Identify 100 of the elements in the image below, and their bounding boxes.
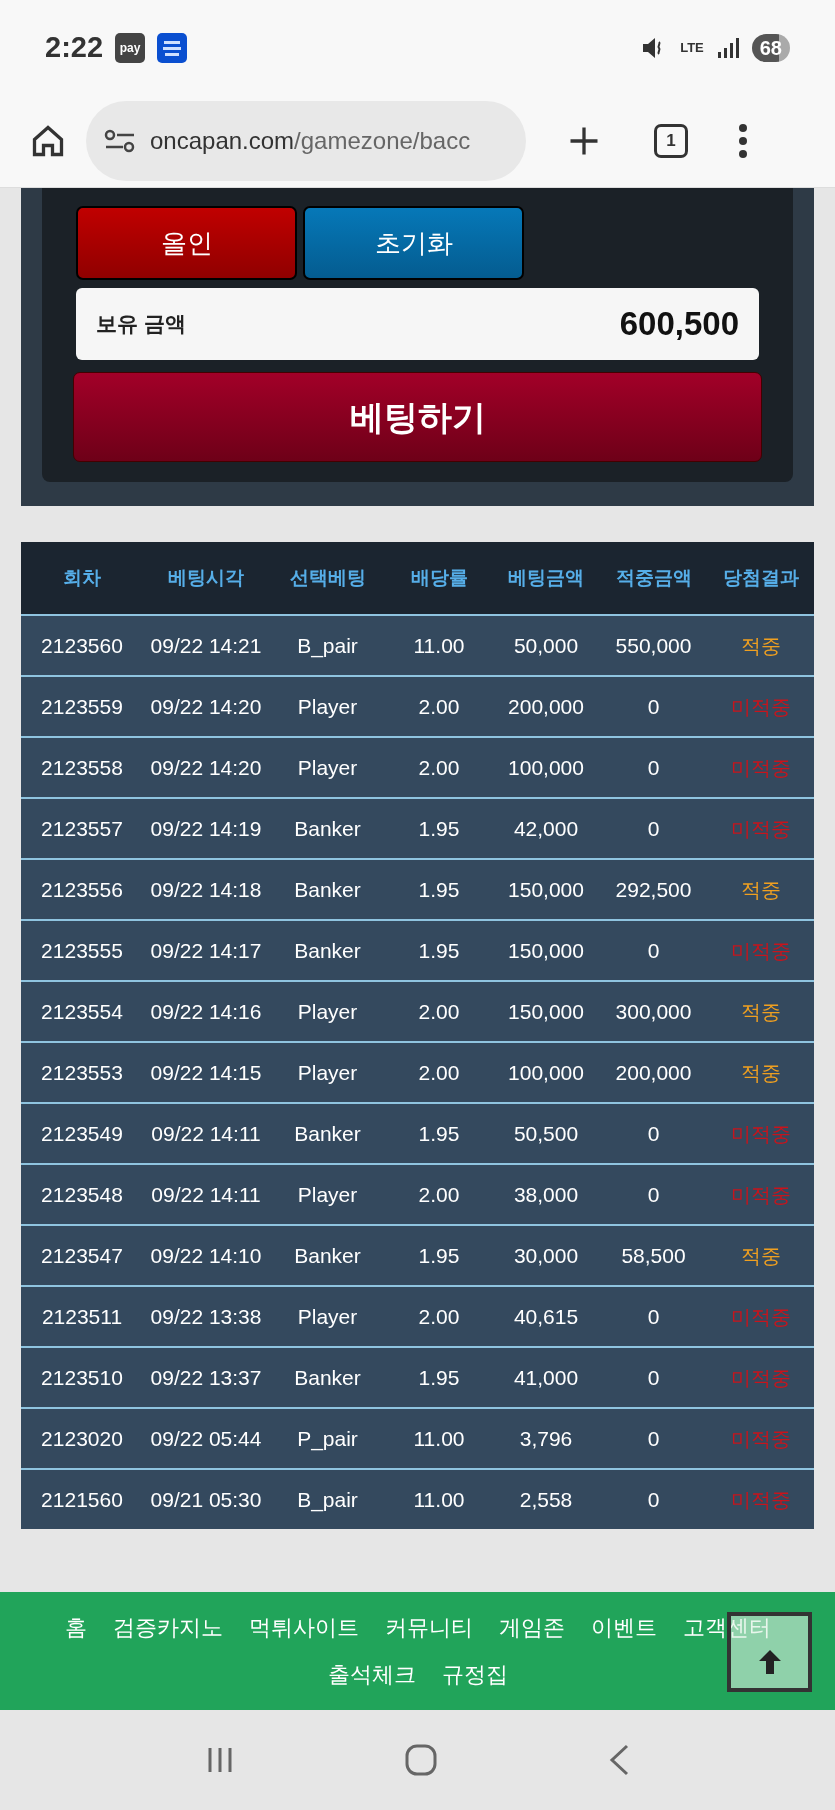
table-cell-text: 2123510 xyxy=(40,1364,124,1391)
table-cell-text: 0 xyxy=(646,1181,661,1208)
footer-link[interactable]: 검증카지노 xyxy=(112,1611,223,1644)
table-cell-text: 50,000 xyxy=(512,632,580,659)
table-cell-text: 3,796 xyxy=(518,1425,574,1452)
table-cell-text: 2.00 xyxy=(417,1181,461,1208)
table-cell-text: 38,000 xyxy=(512,1181,580,1208)
result-cell-text: 미적중 xyxy=(729,694,792,720)
table-cell-text: 1.95 xyxy=(417,1364,461,1391)
table-cell-text: 09/22 14:15 xyxy=(149,1059,263,1086)
reset-button[interactable]: 초기화 xyxy=(303,206,524,280)
clock: 2:22 xyxy=(45,29,104,65)
table-cell-text: 2123557 xyxy=(40,815,124,842)
table-cell-text: 150,000 xyxy=(507,937,585,964)
table-cell-text: 30,000 xyxy=(512,1242,580,1269)
table-cell-text: 2.00 xyxy=(417,998,461,1025)
tab-count-button[interactable]: 1 xyxy=(654,124,688,158)
table-cell-text: 2123548 xyxy=(40,1181,124,1208)
table-cell-text: 2123549 xyxy=(40,1120,124,1147)
footer-link[interactable]: 게임존 xyxy=(498,1611,565,1644)
table-cell-text: 0 xyxy=(646,1120,661,1147)
table-cell-text: Banker xyxy=(293,1364,362,1391)
column-header: 적중금액 xyxy=(614,565,693,590)
table-cell-text: B_pair xyxy=(296,632,359,660)
footer-link[interactable]: 출석체크 xyxy=(327,1658,416,1691)
table-cell-text: 1.95 xyxy=(417,815,461,842)
footer-link[interactable]: 먹튀사이트 xyxy=(248,1611,359,1644)
network-type: LTE xyxy=(680,41,704,54)
table-cell-text: 09/22 14:16 xyxy=(149,998,263,1025)
table-cell-text: 0 xyxy=(646,1364,661,1391)
result-cell-text: 미적중 xyxy=(729,1426,792,1452)
table-cell-text: 09/22 14:21 xyxy=(149,632,263,659)
table-cell-text: P_pair xyxy=(296,1425,359,1453)
table-cell-text: Player xyxy=(296,1303,359,1330)
table-cell-text: 550,000 xyxy=(614,632,693,659)
table-cell-text: 150,000 xyxy=(507,876,585,903)
result-cell-text: 적중 xyxy=(739,1060,782,1086)
table-cell-text: B_pair xyxy=(296,1486,359,1514)
result-cell-text: 미적중 xyxy=(729,755,792,781)
footer-link[interactable]: 규정집 xyxy=(441,1658,508,1691)
table-cell-text: Player xyxy=(296,693,359,720)
table-cell-text: 2.00 xyxy=(417,1303,461,1330)
table-cell-text: 150,000 xyxy=(507,998,585,1025)
table-cell-text: 0 xyxy=(646,693,661,720)
table-cell-text: 42,000 xyxy=(512,815,580,842)
table-cell-text: 2123558 xyxy=(40,754,124,781)
table-cell-text: 292,500 xyxy=(614,876,693,903)
result-cell-text: 미적중 xyxy=(729,1182,792,1208)
url-text: oncapan.com/gamezone/bacc xyxy=(150,126,471,156)
result-cell-text: 미적중 xyxy=(729,1304,792,1330)
table-cell-text: 2123554 xyxy=(40,998,124,1025)
table-cell-text: 2123555 xyxy=(40,937,124,964)
table-cell-text: 09/22 05:44 xyxy=(149,1425,263,1452)
column-header: 선택베팅 xyxy=(288,565,367,590)
table-cell-text: 100,000 xyxy=(507,754,585,781)
result-cell-text: 미적중 xyxy=(729,938,792,964)
table-cell-text: 09/21 05:30 xyxy=(149,1486,263,1513)
result-cell-text: 적중 xyxy=(739,1243,782,1269)
column-header: 베팅시각 xyxy=(167,565,245,590)
table-cell-text: 41,000 xyxy=(512,1364,580,1391)
address-bar[interactable]: oncapan.com/gamezone/bacc xyxy=(86,101,526,181)
footer-link[interactable]: 홈 xyxy=(64,1611,87,1644)
table-cell-text: 0 xyxy=(646,937,661,964)
footer-link[interactable]: 커뮤니티 xyxy=(384,1611,473,1644)
table-cell-text: 09/22 14:11 xyxy=(150,1181,262,1208)
table-cell-text: 09/22 14:20 xyxy=(149,754,263,781)
result-cell-text: 미적중 xyxy=(729,816,792,842)
table-cell-text: Player xyxy=(296,998,359,1025)
pay-app-icon: pay xyxy=(115,32,146,63)
table-cell-text: 2123020 xyxy=(40,1425,124,1452)
table-cell-text: 09/22 14:18 xyxy=(149,876,263,903)
table-cell-text: 200,000 xyxy=(507,693,585,720)
footer-link[interactable]: 이벤트 xyxy=(590,1611,657,1644)
table-cell-text: 2123556 xyxy=(40,876,124,903)
bet-button[interactable]: 베팅하기 xyxy=(73,372,762,462)
table-cell-text: 09/22 14:19 xyxy=(149,815,263,842)
table-cell-text: 2121560 xyxy=(40,1486,124,1513)
result-cell-text: 미적중 xyxy=(729,1487,792,1513)
table-cell-text: 100,000 xyxy=(507,1059,585,1086)
result-cell-text: 미적중 xyxy=(729,1121,792,1147)
table-cell-text: 1.95 xyxy=(417,876,461,903)
table-cell-text: Player xyxy=(296,1181,359,1208)
table-cell-text: Banker xyxy=(293,937,362,964)
table-cell-text: Player xyxy=(296,1059,359,1086)
table-cell-text: Banker xyxy=(293,876,362,903)
battery-indicator: 68 xyxy=(751,33,790,62)
table-cell-text: Banker xyxy=(293,1120,362,1147)
table-cell-text: 2,558 xyxy=(518,1486,574,1513)
table-cell-text: 300,000 xyxy=(614,998,693,1025)
table-cell-text: 2123560 xyxy=(40,632,124,659)
table-cell-text: 2123511 xyxy=(40,1303,124,1330)
table-cell-text: 09/22 14:10 xyxy=(149,1242,263,1269)
table-cell-text: 11.00 xyxy=(412,1425,466,1452)
table-cell-text: 2123559 xyxy=(40,693,124,720)
table-cell-text: 09/22 13:38 xyxy=(149,1303,263,1330)
all-in-button[interactable]: 올인 xyxy=(76,206,297,280)
column-header: 당첨결과 xyxy=(721,565,800,590)
table-cell-text: 1.95 xyxy=(417,1242,461,1269)
balance-label: 보유 금액 xyxy=(96,311,186,338)
column-header: 회차 xyxy=(62,565,102,590)
